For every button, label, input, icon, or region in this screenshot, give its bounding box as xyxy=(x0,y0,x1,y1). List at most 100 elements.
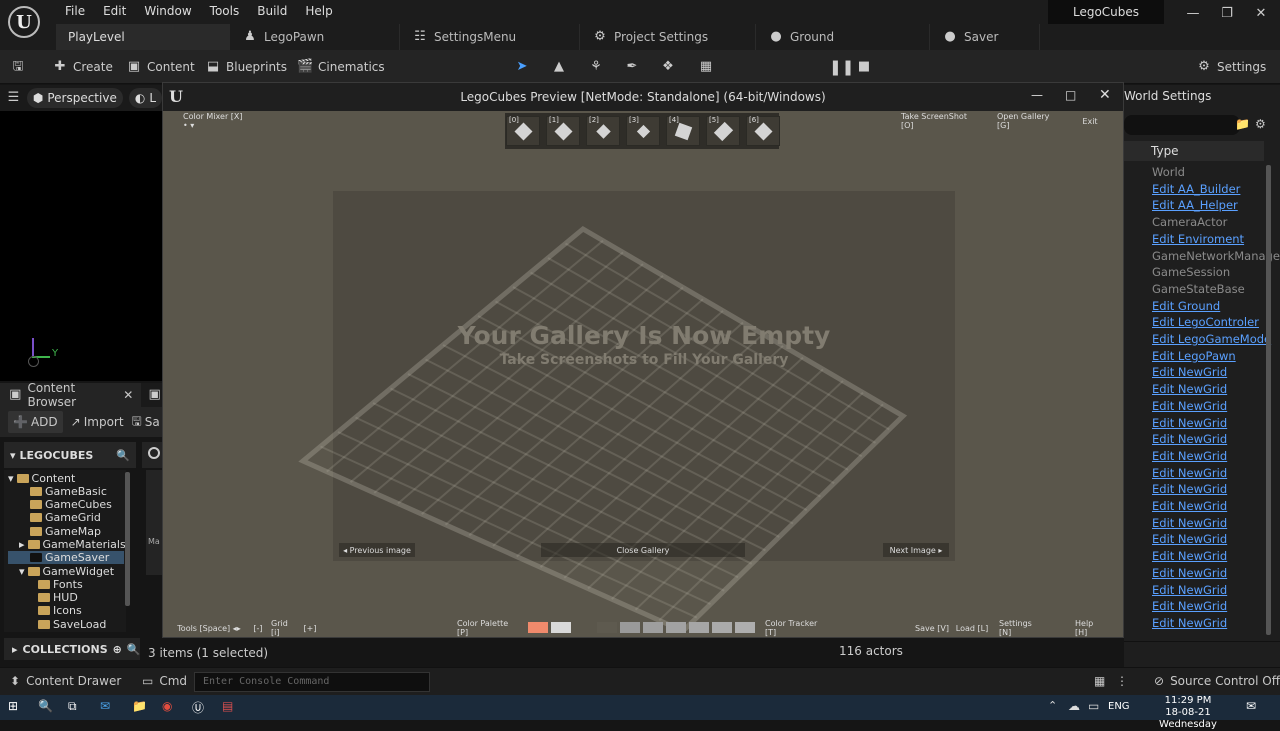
tree-item-content[interactable]: ▾ Content xyxy=(8,472,75,485)
outliner-row[interactable]: Edit LegoControler xyxy=(1152,315,1259,331)
notification-icon[interactable]: ✉ xyxy=(1246,699,1256,713)
search-icon[interactable]: 🔍 xyxy=(116,449,130,462)
file-explorer-icon[interactable]: 📁 xyxy=(132,699,147,713)
outliner-search-input[interactable] xyxy=(1124,115,1240,135)
outliner-row[interactable]: Edit NewGrid xyxy=(1152,599,1227,615)
world-settings-tab[interactable]: World Settings xyxy=(1124,89,1211,103)
outliner-row[interactable]: Edit LegoPawn xyxy=(1152,349,1236,365)
tab-settingsmenu[interactable]: ☷ SettingsMenu xyxy=(400,24,580,50)
tree-item-gamegrid[interactable]: GameGrid xyxy=(30,511,101,524)
minimize-icon[interactable]: — xyxy=(1031,88,1043,102)
color-mixer-button[interactable]: Color Mixer [X] • ▾ xyxy=(183,112,249,130)
create-button[interactable]: ✚ Create xyxy=(52,50,113,84)
level-viewport[interactable] xyxy=(0,85,162,381)
palette-swatch[interactable] xyxy=(712,622,732,633)
tab-project-settings[interactable]: ⚙ Project Settings xyxy=(580,24,756,50)
tree-item-hud[interactable]: HUD xyxy=(38,591,78,604)
palette-swatch[interactable] xyxy=(689,622,709,633)
menu-file[interactable]: File xyxy=(56,3,94,19)
outliner-row[interactable]: Edit AA_Helper xyxy=(1152,198,1238,214)
close-icon[interactable]: ✕ xyxy=(1251,4,1271,24)
tree-item-saveload[interactable]: SaveLoad xyxy=(38,618,106,631)
hamburger-icon[interactable]: ☰ xyxy=(6,90,21,106)
content-button[interactable]: ▣ Content xyxy=(126,50,195,84)
tab-legopawn[interactable]: ♟ LegoPawn xyxy=(230,24,400,50)
color-tracker-button[interactable]: Color Tracker [T] xyxy=(765,619,827,637)
outliner-row[interactable]: Edit NewGrid xyxy=(1152,382,1227,398)
grid-toggle-button[interactable]: Grid [i] xyxy=(271,619,297,637)
task-view-icon[interactable]: ⧉ xyxy=(68,699,77,714)
cmd-button[interactable]: ▭ Cmd xyxy=(142,674,187,688)
save-button[interactable]: 🖫 Sa xyxy=(132,412,160,433)
menu-help[interactable]: Help xyxy=(296,3,341,19)
more-options-icon[interactable]: ⋮ xyxy=(1116,674,1128,688)
help-button[interactable]: Help [H] xyxy=(1075,619,1105,637)
outliner-row[interactable]: Edit NewGrid xyxy=(1152,482,1227,498)
save-all-button[interactable]: 🖫 xyxy=(10,50,26,84)
close-gallery-button[interactable]: Close Gallery xyxy=(541,543,745,557)
add-folder-icon[interactable]: 📁 xyxy=(1235,117,1250,131)
outliner-row[interactable]: Edit NewGrid xyxy=(1152,449,1227,465)
console-input[interactable]: Enter Console Command xyxy=(194,672,430,692)
grid-increase-button[interactable]: [+] xyxy=(303,621,317,635)
select-mode-button[interactable]: ➤ xyxy=(514,50,530,84)
winrar-icon[interactable]: ▤ xyxy=(222,699,233,713)
color-palette-button[interactable]: Color Palette [P] xyxy=(457,619,517,637)
mesh-paint-button[interactable]: ✒ xyxy=(624,50,640,84)
chrome-icon[interactable]: ◉ xyxy=(162,699,172,713)
outliner-row[interactable]: Edit Enviroment xyxy=(1152,232,1244,248)
tree-item-gamebasic[interactable]: GameBasic xyxy=(30,485,107,498)
outliner-row[interactable]: Edit NewGrid xyxy=(1152,416,1227,432)
modeling-mode-button[interactable]: ▦ xyxy=(698,50,714,84)
minimize-icon[interactable]: — xyxy=(1183,4,1203,24)
search-icon[interactable]: 🔍 xyxy=(127,643,141,656)
unreal-taskbar-icon[interactable]: Ⓤ xyxy=(192,699,204,716)
perspective-button[interactable]: ⬢ Perspective xyxy=(26,88,123,108)
open-gallery-button[interactable]: Open Gallery [G] xyxy=(997,112,1057,130)
outliner-row[interactable]: Edit NewGrid xyxy=(1152,499,1227,515)
fracture-mode-button[interactable]: ❖ xyxy=(660,50,676,84)
folder-tree-header[interactable]: ▾ LEGOCUBES 🔍 xyxy=(4,442,136,468)
outliner-row[interactable]: Edit NewGrid xyxy=(1152,532,1227,548)
grid-decrease-button[interactable]: [-] xyxy=(251,621,265,635)
tab-ground[interactable]: ● Ground xyxy=(756,24,930,50)
load-button[interactable]: Load [L] xyxy=(955,621,989,635)
cube-slot-3[interactable]: [3] xyxy=(626,116,660,146)
palette-swatch[interactable] xyxy=(597,622,617,633)
cube-slot-0[interactable]: [0] xyxy=(506,116,540,146)
collections-header[interactable]: ▸ COLLECTIONS ⊕ 🔍 xyxy=(4,638,141,660)
outliner-row[interactable]: Edit NewGrid xyxy=(1152,616,1227,632)
palette-swatch[interactable] xyxy=(574,622,594,633)
close-icon[interactable]: ✕ xyxy=(1099,87,1111,103)
source-control-button[interactable]: ⊘ Source Control Off xyxy=(1154,674,1280,688)
import-button[interactable]: ↗ Import xyxy=(71,415,124,429)
cube-slot-1[interactable]: [1] xyxy=(546,116,580,146)
outliner-row[interactable]: Edit NewGrid xyxy=(1152,516,1227,532)
outliner-row[interactable]: Edit LegoGameMode xyxy=(1152,332,1271,348)
landscape-mode-button[interactable]: ▲ xyxy=(551,50,567,84)
previous-image-button[interactable]: ◂ Previous image xyxy=(339,543,415,557)
pause-button[interactable]: ❚❚ xyxy=(829,50,854,84)
palette-swatch[interactable] xyxy=(666,622,686,633)
outliner-row[interactable]: Edit NewGrid xyxy=(1152,399,1227,415)
cube-slot-5[interactable]: [5] xyxy=(706,116,740,146)
take-screenshot-button[interactable]: Take ScreenShot [O] xyxy=(901,112,981,130)
network-icon[interactable]: ▭ xyxy=(1088,699,1099,713)
blueprints-button[interactable]: ⬓ Blueprints xyxy=(205,50,287,84)
outliner-row[interactable]: Edit NewGrid xyxy=(1152,365,1227,381)
tree-item-gamemap[interactable]: GameMap xyxy=(30,525,101,538)
save-button[interactable]: Save [V] xyxy=(915,621,949,635)
tab-content-browser[interactable]: ▣ Content Browser ✕ xyxy=(0,381,142,409)
add-button[interactable]: ➕ ADD xyxy=(8,411,63,433)
outliner-row[interactable]: Edit NewGrid xyxy=(1152,466,1227,482)
tree-item-fonts[interactable]: Fonts xyxy=(38,578,83,591)
tree-item-gamesaver[interactable]: GameSaver xyxy=(8,551,124,564)
clock[interactable]: 11:29 PM 18-08-21 Wednesday xyxy=(1138,695,1238,731)
cinematics-button[interactable]: 🎬 Cinematics xyxy=(297,50,385,84)
content-drawer-button[interactable]: ⬍ Content Drawer xyxy=(10,674,121,688)
cloud-icon[interactable]: ☁ xyxy=(1068,699,1080,713)
asset-view[interactable]: Ma xyxy=(146,470,162,575)
outliner-scrollbar[interactable] xyxy=(1266,165,1271,635)
stop-button[interactable]: ■ xyxy=(856,50,872,84)
settings-button[interactable]: Settings [N] xyxy=(999,619,1045,637)
